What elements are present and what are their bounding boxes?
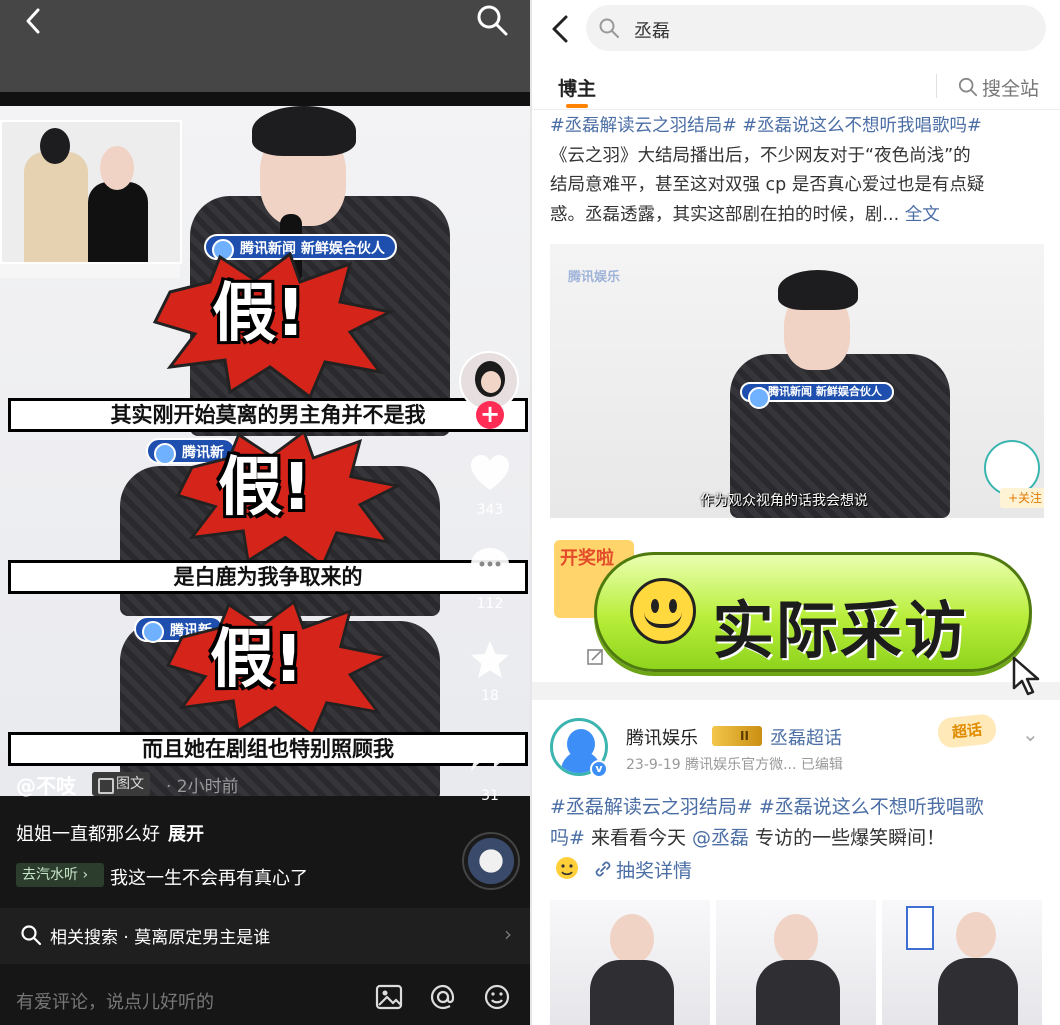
image-thumbnail[interactable] — [716, 900, 876, 1025]
supertopic-link[interactable]: 丞磊超话 — [770, 724, 842, 750]
search-icon[interactable] — [474, 2, 510, 38]
hashtag-end[interactable]: 吗# — [550, 827, 585, 849]
post-body-line: 《云之羽》大结局播出后，不少网友对于“夜色尚浅”的 — [550, 145, 971, 166]
divider — [0, 92, 530, 106]
lottery-detail-link[interactable]: 抽奖详情 — [616, 856, 692, 883]
comment-icon[interactable] — [468, 544, 512, 588]
music-app-chip[interactable]: 去汽水听 › — [16, 863, 105, 887]
favorite-count: 18 — [481, 688, 499, 704]
smiley-icon — [630, 578, 696, 644]
post-description: 姐姐一直都那么好 展开 — [16, 820, 204, 846]
follow-button[interactable]: +关注 — [1000, 488, 1044, 508]
post-type-badge: 图文 — [92, 772, 150, 796]
image-grid — [550, 900, 1044, 1025]
comment-input[interactable]: 有爱评论，说点儿好听的 — [16, 988, 214, 1014]
lottery-card-label: 开奖啦 — [560, 548, 614, 569]
level-badge: II — [712, 726, 762, 746]
burst-text: 假! — [218, 451, 312, 525]
search-all-button[interactable]: 搜全站 — [982, 74, 1039, 101]
tab-bar: 博主 搜全站 — [532, 60, 1060, 110]
author-name[interactable]: @不吱 — [16, 770, 76, 799]
star-icon[interactable] — [468, 638, 512, 682]
video-player[interactable]: 腾讯娱乐 腾讯新闻 新鲜娱合伙人 作为观众视角的话我会想说 +关注 — [550, 244, 1044, 518]
search-icon — [599, 18, 619, 38]
search-icon — [958, 77, 978, 97]
news-tag: 腾讯新闻 新鲜娱合伙人 — [740, 382, 894, 409]
tab-indicator — [566, 104, 588, 108]
back-icon[interactable] — [16, 4, 50, 38]
music-disc[interactable] — [462, 832, 520, 890]
video-watermark: 腾讯娱乐 — [568, 270, 621, 285]
weibo-post: v 腾讯娱乐 II 丞磊超话 23-9-19 腾讯娱乐官方微... 已编辑 超话… — [532, 700, 1060, 1025]
back-icon[interactable] — [546, 12, 574, 46]
related-search-label: 相关搜索 · 莫离原定男主是谁 — [50, 928, 271, 948]
image-icon[interactable] — [374, 982, 404, 1012]
supertopic-badge: 超话 — [936, 713, 998, 749]
post-time: · 2小时前 — [166, 777, 239, 797]
chevron-right-icon: › — [504, 922, 512, 946]
overlay-text: 实际采访 — [712, 594, 969, 667]
comment-count: 112 — [476, 596, 504, 612]
top-bar — [0, 0, 530, 92]
search-query: 丞磊 — [634, 21, 670, 42]
heart-icon[interactable] — [468, 452, 512, 496]
post-body-line: 吗# 来看看今天 @丞磊 专访的一些爆笑瞬间！ — [550, 823, 1048, 854]
weibo-panel: 丞磊 博主 搜全站 #丞磊解读云之羽结局# #丞磊说这么不想听我唱歌吗# 《云之… — [530, 0, 1060, 1025]
music-title[interactable]: 我这一生不会再有真心了 — [110, 864, 308, 890]
description-text: 姐姐一直都那么好 — [16, 824, 160, 845]
divider — [936, 74, 937, 98]
chevron-down-icon[interactable]: ⌄ — [1022, 722, 1039, 746]
emoji-icon[interactable] — [482, 982, 512, 1012]
post-body-text: 惑。丞磊透露，其实这部剧在拍的时候，剧... — [550, 204, 905, 225]
author-name[interactable]: 腾讯娱乐 — [626, 724, 698, 750]
comment-bar: 有爱评论，说点儿好听的 — [0, 964, 530, 1025]
hashtag-line[interactable]: #丞磊解读云之羽结局# #丞磊说这么不想听我唱歌吗# — [550, 112, 1048, 142]
burst-text: 假! — [210, 623, 304, 697]
image-thumbnail[interactable] — [550, 900, 710, 1025]
post-meta: 23-9-19 腾讯娱乐官方微... 已编辑 — [626, 757, 843, 773]
image-thumbnail[interactable] — [882, 900, 1042, 1025]
at-mention-icon[interactable] — [428, 982, 458, 1012]
search-input[interactable]: 丞磊 — [586, 5, 1046, 51]
tab-bozhu[interactable]: 博主 — [558, 74, 596, 101]
follow-button[interactable]: + — [476, 401, 504, 429]
body-text: 来看看今天 — [584, 827, 693, 849]
post-info: @不吱 图文 · 2小时前 姐姐一直都那么好 展开 去汽水听 › 我这一生不会再有… — [0, 768, 530, 908]
caption-line: 是白鹿为我争取来的 — [8, 560, 528, 594]
search-icon — [21, 925, 42, 946]
burst-text: 假! — [212, 277, 306, 351]
related-search-bar[interactable]: 相关搜索 · 莫离原定男主是谁 › — [0, 908, 530, 964]
body-text: 专访的一些爆笑瞬间！ — [749, 827, 946, 849]
caption-line: 而且她在剧组也特别照顾我 — [8, 732, 528, 766]
mention-link[interactable]: @丞磊 — [692, 827, 749, 849]
douyin-panel: 腾讯新闻 新鲜娱合伙人 腾讯新 腾讯新 假! 假! 假! 其实刚开始莫离的男主角… — [0, 0, 530, 1025]
like-count: 343 — [476, 502, 504, 518]
caption-line: 其实刚开始莫离的男主角并不是我 — [8, 398, 528, 432]
post-text: #丞磊解读云之羽结局# #丞磊说这么不想听我唱歌吗# 《云之羽》大结局播出后，不… — [550, 112, 1048, 230]
expand-button[interactable]: 展开 — [168, 824, 204, 845]
cursor-icon — [1012, 656, 1040, 696]
video-subtitle: 作为观众视角的话我会想说 — [700, 493, 868, 509]
emoji-icon — [556, 857, 578, 879]
inset-photo — [0, 120, 182, 264]
full-text-link[interactable]: 全文 — [905, 205, 940, 225]
link-icon — [595, 861, 611, 877]
hashtag-line[interactable]: #丞磊解读云之羽结局# #丞磊说这么不想听我唱歌 — [550, 792, 1048, 823]
post-body-line: 惑。丞磊透露，其实这部剧在拍的时候，剧... 全文 — [550, 201, 1048, 231]
divider — [532, 682, 1060, 700]
post-body-line: 结局意难平，甚至这对双强 cp 是否真心爱过也是有点疑 — [550, 175, 985, 195]
verified-badge: v — [590, 760, 608, 778]
post-text: #丞磊解读云之羽结局# #丞磊说这么不想听我唱歌 吗# 来看看今天 @丞磊 专访… — [550, 792, 1048, 854]
